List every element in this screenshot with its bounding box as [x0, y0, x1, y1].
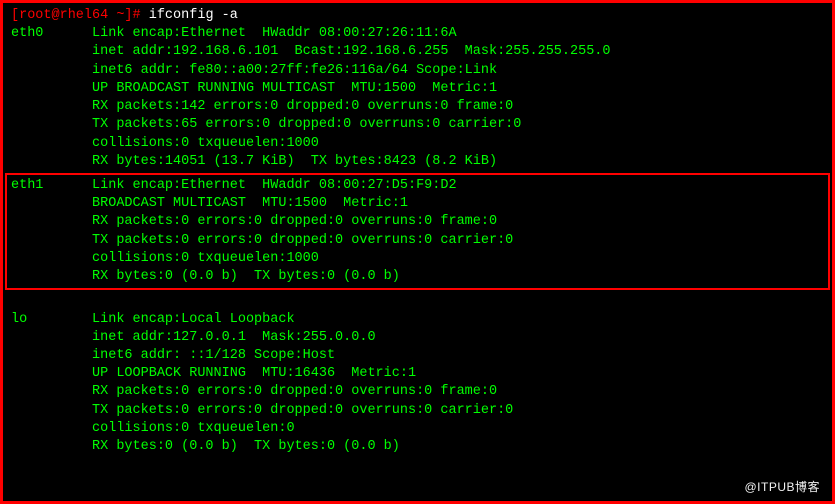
lo-row-3: inet6 addr: ::1/128 Scope:Host — [11, 348, 335, 363]
eth1-row-2: BROADCAST MULTICAST MTU:1500 Metric:1 — [11, 196, 408, 211]
eth0-row-3: inet6 addr: fe80::a00:27ff:fe26:116a/64 … — [11, 63, 497, 78]
watermark-text: @ITPUB博客 — [744, 479, 820, 495]
prompt-line[interactable]: [root@rhel64 ~]# ifconfig -a — [11, 8, 238, 23]
shell-prompt: [root@rhel64 ~]# — [11, 8, 149, 23]
iface-label-lo: lo — [11, 312, 92, 327]
eth1-row-3: RX packets:0 errors:0 dropped:0 overruns… — [11, 214, 497, 229]
eth1-highlight-box: eth1 Link encap:Ethernet HWaddr 08:00:27… — [5, 173, 830, 290]
lo-row-5: RX packets:0 errors:0 dropped:0 overruns… — [11, 384, 497, 399]
lo-row-1: lo Link encap:Local Loopback — [11, 312, 295, 327]
eth0-row-8: RX bytes:14051 (13.7 KiB) TX bytes:8423 … — [11, 154, 497, 169]
eth0-row-1: eth0 Link encap:Ethernet HWaddr 08:00:27… — [11, 26, 457, 41]
lo-row-2: inet addr:127.0.0.1 Mask:255.0.0.0 — [11, 330, 376, 345]
eth0-row-5: RX packets:142 errors:0 dropped:0 overru… — [11, 99, 513, 114]
eth0-row-6: TX packets:65 errors:0 dropped:0 overrun… — [11, 117, 521, 132]
iface-label-eth0: eth0 — [11, 26, 92, 41]
lo-row-7: collisions:0 txqueuelen:0 — [11, 421, 295, 436]
eth0-row-2: inet addr:192.168.6.101 Bcast:192.168.6.… — [11, 44, 611, 59]
lo-row-6: TX packets:0 errors:0 dropped:0 overruns… — [11, 403, 513, 418]
lo-row-8: RX bytes:0 (0.0 b) TX bytes:0 (0.0 b) — [11, 439, 400, 454]
eth1-row-5: collisions:0 txqueuelen:1000 — [11, 251, 319, 266]
terminal-output: [root@rhel64 ~]# ifconfig -a eth0 Link e… — [11, 7, 824, 456]
eth1-row-4: TX packets:0 errors:0 dropped:0 overruns… — [11, 233, 513, 248]
eth1-row-1: eth1 Link encap:Ethernet HWaddr 08:00:27… — [11, 178, 457, 193]
eth0-row-7: collisions:0 txqueuelen:1000 — [11, 136, 319, 151]
lo-row-4: UP LOOPBACK RUNNING MTU:16436 Metric:1 — [11, 366, 416, 381]
iface-label-eth1: eth1 — [11, 178, 92, 193]
eth0-row-4: UP BROADCAST RUNNING MULTICAST MTU:1500 … — [11, 81, 497, 96]
command-text: ifconfig -a — [149, 8, 238, 23]
eth1-row-6: RX bytes:0 (0.0 b) TX bytes:0 (0.0 b) — [11, 269, 400, 284]
